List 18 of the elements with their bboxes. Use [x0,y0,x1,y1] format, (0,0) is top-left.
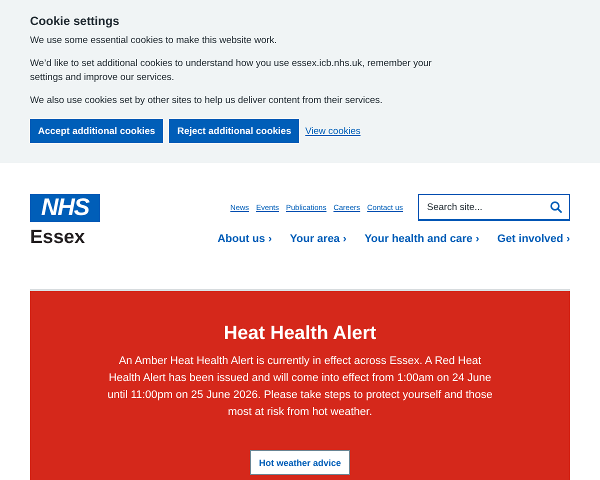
nav-link[interactable]: Your area › [290,233,347,245]
cookie-button[interactable]: Accept additional cookies [30,119,164,143]
organisation-name: Essex [30,227,86,249]
search-field[interactable]: Search site... [418,194,570,221]
view-cookies-link[interactable]: View cookies [305,126,361,136]
nhs-logo[interactable]: NHS [30,194,100,222]
banner-text: We also use cookies set by other sites to help us deliver content from their services. [30,94,384,108]
search-icon[interactable] [550,201,562,213]
advice-button[interactable]: Hot weather advice [250,450,350,475]
banner-title: Cookie settings [30,14,120,28]
banner-text: We’d like to set additional cookies to understand how you use essex.icb.nhs.uk, remember your settings and improve our services. [30,57,433,85]
alert-title: Heat Health Alert [224,323,376,345]
banner-text: We use some essential cookies to make this website work. [30,34,278,48]
nav-link[interactable]: Your health and care › [364,233,480,245]
nav-link[interactable]: Get involved › [497,233,570,245]
cookie-button[interactable]: Reject additional cookies [169,119,300,143]
alert-text: An Amber Heat Health Alert is currently in effect across Essex. A Red Heat Health Alert has been issued and will come into effect from 1:00am on 24 June until 11:00pm on 25 June 2026. Please take steps to protect yourself and those most at risk from hot weather. [106,354,494,420]
nav-link[interactable]: About us › [217,233,272,245]
